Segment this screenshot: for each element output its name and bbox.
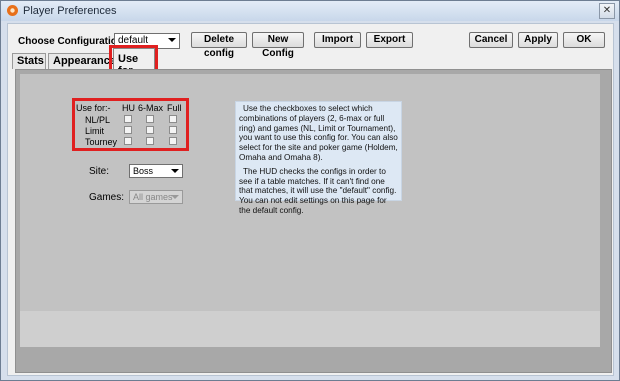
help-text-box: Use the checkboxes to select which combi… xyxy=(235,101,402,215)
ok-button[interactable]: OK xyxy=(563,32,605,48)
help-paragraph-1: Use the checkboxes to select which combi… xyxy=(239,104,398,162)
chevron-down-icon xyxy=(168,38,176,42)
panel-content-area: Use for:- HU 6-Max Full NL/PL Limit Tour… xyxy=(20,74,600,311)
site-select-value: Boss xyxy=(133,166,154,176)
games-select-value: All games xyxy=(133,192,173,202)
site-label: Site: xyxy=(89,166,110,177)
chevron-down-icon xyxy=(171,195,179,199)
import-button[interactable]: Import xyxy=(314,32,361,48)
window-title: Player Preferences xyxy=(23,5,117,17)
title-bar[interactable]: Player Preferences ✕ xyxy=(1,1,619,21)
delete-config-button[interactable]: Delete config xyxy=(191,32,247,59)
games-label: Games: xyxy=(89,192,125,203)
help-paragraph-2: The HUD checks the configs in order to s… xyxy=(239,166,397,215)
new-config-button[interactable]: New Config xyxy=(252,32,304,59)
tab-highlight-box xyxy=(109,45,158,72)
panel-footer-area xyxy=(20,311,600,347)
chevron-down-icon xyxy=(171,169,179,173)
use-for-grid-highlight-box xyxy=(72,98,189,151)
app-icon xyxy=(7,5,18,16)
tab-appearance[interactable]: Appearance xyxy=(48,53,116,69)
cancel-button[interactable]: Cancel xyxy=(469,32,513,48)
dialog-body: Choose Configuration: default Delete con… xyxy=(7,23,614,376)
games-select[interactable]: All games xyxy=(129,190,183,204)
preferences-window: Player Preferences ✕ Choose Configuratio… xyxy=(0,0,620,381)
apply-button[interactable]: Apply xyxy=(518,32,558,48)
close-button[interactable]: ✕ xyxy=(599,3,615,19)
use-for-panel: Use for:- HU 6-Max Full NL/PL Limit Tour… xyxy=(15,69,612,373)
export-button[interactable]: Export xyxy=(366,32,413,48)
site-select[interactable]: Boss xyxy=(129,164,183,178)
tab-stats[interactable]: Stats xyxy=(12,53,46,69)
